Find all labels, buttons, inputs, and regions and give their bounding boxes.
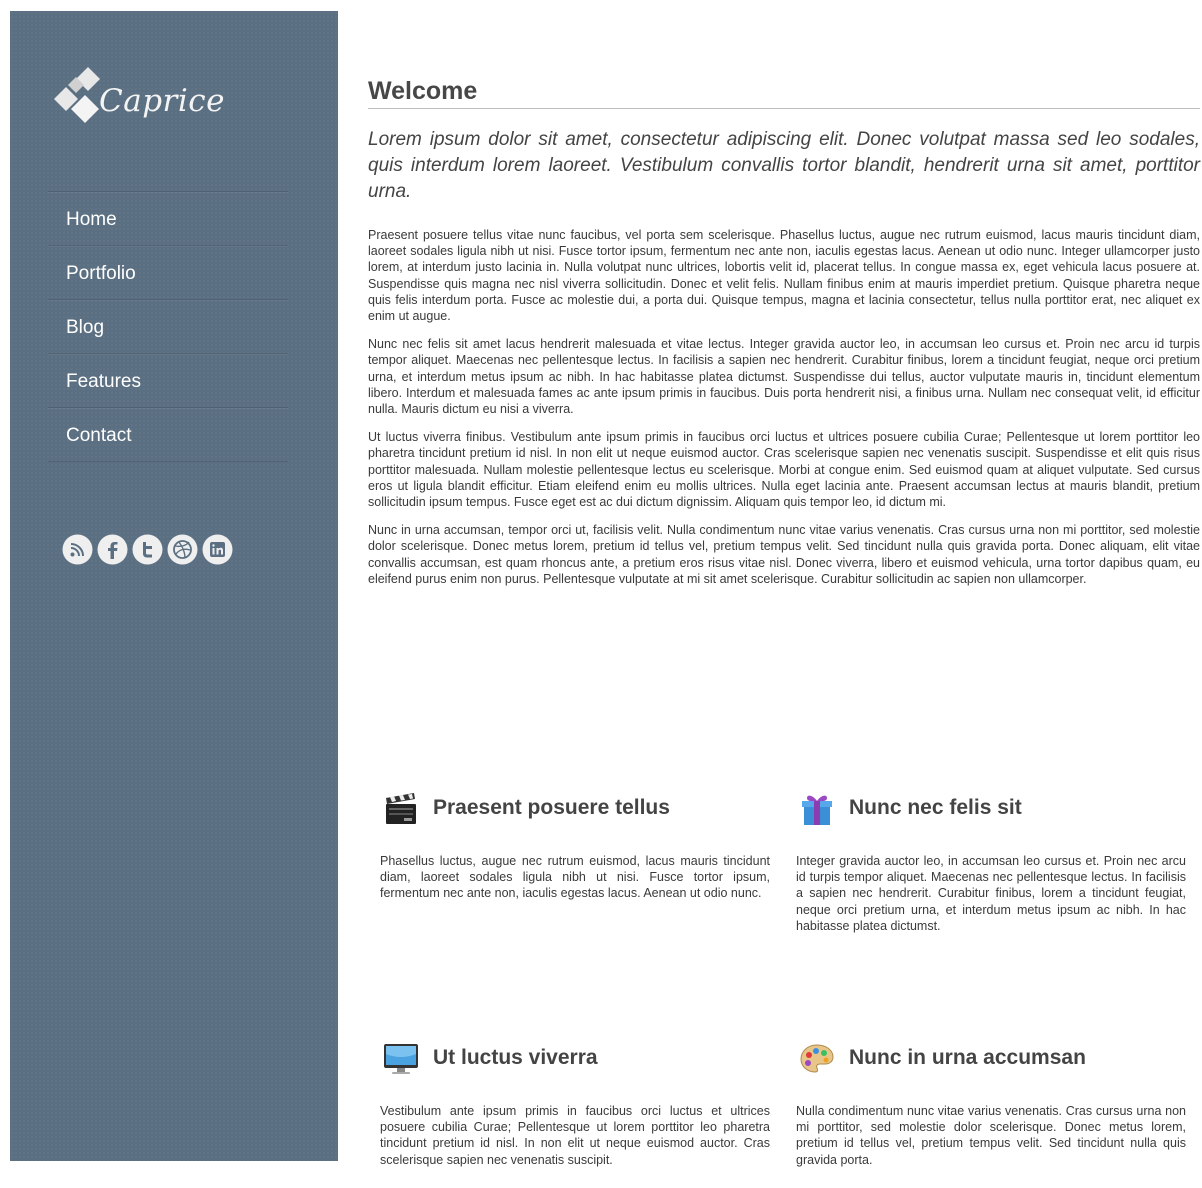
feature-text: Vestibulum ante ipsum primis in faucibus…: [380, 1104, 770, 1167]
feature-title: Ut luctus viverra: [433, 1046, 598, 1069]
body-paragraph: Nunc in urna accumsan, tempor orci ut, f…: [368, 523, 1200, 586]
feature-block: Nunc nec felis sit Integer gravida aucto…: [796, 790, 1186, 934]
feature-title: Nunc nec felis sit: [849, 796, 1022, 819]
lead-text: Lorem ipsum dolor sit amet, consectetur …: [368, 129, 1200, 202]
feature-block: Ut luctus viverra Vestibulum ante ipsum …: [380, 1040, 770, 1168]
facebook-icon[interactable]: [97, 534, 128, 565]
body-paragraph: Nunc nec felis sit amet lacus hendrerit …: [368, 337, 1200, 417]
feature-block: Nunc in urna accumsan Nulla condimentum …: [796, 1040, 1186, 1168]
page-title: Welcome: [368, 70, 1200, 109]
sidebar: Caprice Home Portfolio Blog Features Con…: [10, 11, 338, 1161]
logo[interactable]: Caprice: [52, 55, 312, 135]
main-content: Welcome Lorem ipsum dolor sit amet, cons…: [368, 70, 1200, 1167]
twitter-icon[interactable]: [132, 534, 163, 565]
gift-icon: [802, 795, 832, 825]
clapperboard-icon: [386, 793, 416, 824]
rss-icon[interactable]: [62, 534, 93, 565]
feature-title: Praesent posuere tellus: [433, 796, 670, 819]
main-nav: Home Portfolio Blog Features Contact: [48, 191, 288, 462]
monitor-icon: [384, 1044, 418, 1074]
palette-icon: [800, 1044, 834, 1073]
nav-item-features[interactable]: Features: [48, 353, 288, 407]
body-paragraph: Ut luctus viverra finibus. Vestibulum an…: [368, 430, 1200, 510]
feature-title: Nunc in urna accumsan: [849, 1046, 1086, 1069]
feature-block: Praesent posuere tellus Phasellus luctus…: [380, 790, 770, 902]
feature-text: Integer gravida auctor leo, in accumsan …: [796, 854, 1186, 933]
nav-item-home[interactable]: Home: [48, 191, 288, 245]
dribbble-icon[interactable]: [167, 534, 198, 565]
feature-text: Nulla condimentum nunc vitae varius vene…: [796, 1104, 1186, 1167]
nav-item-portfolio[interactable]: Portfolio: [48, 245, 288, 299]
linkedin-icon[interactable]: [202, 534, 233, 565]
body-paragraph: Praesent posuere tellus vitae nunc fauci…: [368, 228, 1200, 324]
nav-item-blog[interactable]: Blog: [48, 299, 288, 353]
feature-text: Phasellus luctus, augue nec rutrum euism…: [380, 854, 770, 901]
nav-item-contact[interactable]: Contact: [48, 407, 288, 462]
social-links: [62, 534, 233, 565]
brand-name: Caprice: [99, 83, 225, 119]
